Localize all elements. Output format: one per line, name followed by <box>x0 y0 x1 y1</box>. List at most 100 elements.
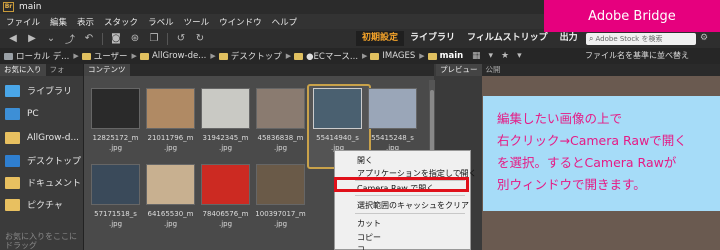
chevron-right-icon: ▶ <box>419 52 425 60</box>
chevron-right-icon: ▶ <box>285 52 292 60</box>
thumbnail-image <box>256 164 305 205</box>
libraries-icon <box>5 84 20 97</box>
context-menu-more[interactable]: コ... <box>357 244 373 250</box>
rotate-right-icon[interactable]: ↻ <box>194 33 206 44</box>
breadcrumb-item[interactable]: ユーザー ▶ <box>81 50 137 62</box>
workspace-tab-libraries[interactable]: ライブラリ <box>404 31 461 46</box>
callout-line: 別ウィンドウで開きます。 <box>497 177 646 192</box>
folder-icon <box>81 52 91 60</box>
thumbnail-image <box>146 164 195 205</box>
sort-dropdown[interactable]: ファイル名を基準に並べ替え <box>585 48 689 64</box>
stock-search-input[interactable] <box>595 35 692 43</box>
favorite-item-libraries[interactable]: ライブラリ <box>5 84 72 97</box>
favorites-drop-hint: お気に入りをここにドラッグ <box>5 232 77 250</box>
workspace-tabs: 初期設定 ライブラリ フィルムストリップ 出力 ▾ <box>356 31 590 46</box>
menu-window[interactable]: ウインドウ <box>219 16 262 28</box>
pictures-icon <box>5 198 20 211</box>
camera-icon[interactable]: ◙ <box>110 33 122 44</box>
desktop-icon <box>5 154 20 167</box>
settings-icon[interactable]: ⚙ <box>700 33 708 43</box>
workspace-tab-output[interactable]: 出力 <box>554 31 584 46</box>
thumbnail-filename: 57171518_s .jpg <box>94 210 137 228</box>
thumbnail-image <box>201 88 250 129</box>
quality-chevron-icon[interactable]: ▾ <box>489 51 494 61</box>
breadcrumb-item-current[interactable]: main <box>427 51 463 61</box>
folder-icon <box>218 52 228 60</box>
search-icon: ⌕ <box>589 34 594 43</box>
right-panel-tabs: プレビュー 公開 <box>436 64 720 76</box>
thumbnail[interactable]: 100397017_m .jpg <box>253 164 308 229</box>
thumbnail[interactable]: 12825172_m .jpg <box>88 88 143 153</box>
brand-badge: Adobe Bridge <box>544 0 720 32</box>
context-menu-cut[interactable]: カット <box>357 218 381 229</box>
rotate-left-icon[interactable]: ↺ <box>175 33 187 44</box>
boomerang-icon[interactable]: ↶ <box>83 33 95 44</box>
stock-search-box: ⌕ <box>586 33 696 45</box>
thumbnail[interactable]: 64165530_m .jpg <box>143 164 198 229</box>
favorite-item-desktop[interactable]: デスクトップ <box>5 154 81 167</box>
favorites-panel: お気に入り フォ ライブラリ PC AllGrow-d... デスクトップ ドキ… <box>0 64 84 250</box>
filter-chevron-icon[interactable]: ▾ <box>517 51 522 61</box>
submenu-chevron-icon: › <box>458 168 462 177</box>
thumbnail-image <box>91 88 140 129</box>
context-menu-purge-cache[interactable]: 選択範囲のキャッシュをクリア <box>357 200 469 211</box>
thumbnail[interactable]: 45836838_m .jpg <box>253 88 308 153</box>
context-menu-divider <box>355 213 465 214</box>
open-recent-icon[interactable]: ❐ <box>148 33 160 44</box>
history-chevron-icon[interactable]: ⌄ <box>45 33 57 44</box>
thumbnail-filename: 78406576_m .jpg <box>202 210 249 228</box>
breadcrumb-item[interactable]: IMAGES ▶ <box>370 51 425 61</box>
thumbnail-image <box>146 88 195 129</box>
thumbnail-filename: 45836838_m .jpg <box>257 134 304 152</box>
grid-view-icon[interactable]: ▦ <box>472 51 481 61</box>
thumbnail[interactable]: 55415248_s .jpg <box>365 88 420 153</box>
thumbnail[interactable]: 78406576_m .jpg <box>198 164 253 229</box>
forward-arrow-icon[interactable]: ▶ <box>26 33 38 44</box>
menu-label[interactable]: ラベル <box>148 16 174 28</box>
breadcrumb-item[interactable]: デスクトップ ▶ <box>218 50 292 62</box>
tab-content[interactable]: コンテンツ <box>84 64 130 76</box>
workspace-tab-filmstrip[interactable]: フィルムストリップ <box>461 31 554 46</box>
thumbnail-image <box>91 164 140 205</box>
star-filter-icon[interactable]: ★ <box>501 51 509 61</box>
folder-icon <box>294 52 304 60</box>
thumbnail[interactable]: 57171518_s .jpg <box>88 164 143 229</box>
breadcrumb-item[interactable]: ●ECマース... ▶ <box>294 50 367 62</box>
chevron-right-icon: ▶ <box>362 52 368 60</box>
menu-file[interactable]: ファイル <box>6 16 40 28</box>
menu-tools[interactable]: ツール <box>184 16 210 28</box>
chevron-right-icon: ▶ <box>131 52 137 60</box>
folder-icon <box>5 132 20 144</box>
toolbar-divider <box>167 32 168 45</box>
breadcrumb-item[interactable]: AllGrow-de... ▶ <box>139 51 216 61</box>
instruction-callout: 編集したい画像の上で 右クリック→Camera Rawで開く を選択。するとCa… <box>483 96 720 211</box>
thumbnail[interactable]: 31942345_m .jpg <box>198 88 253 153</box>
thumbnail[interactable]: 21011796_m .jpg <box>143 88 198 153</box>
favorite-item-pictures[interactable]: ピクチャ <box>5 198 63 211</box>
tab-publish[interactable]: 公開 <box>482 64 505 76</box>
thumbnail-filename: 64165530_m .jpg <box>147 210 194 228</box>
tab-favorites[interactable]: お気に入り <box>0 64 46 76</box>
thumbnail-selected[interactable]: 55414940_s .jpg <box>307 84 371 169</box>
tab-folders[interactable]: フォ <box>46 64 69 76</box>
menu-edit[interactable]: 編集 <box>50 16 67 28</box>
context-menu-open[interactable]: 開く <box>357 155 373 166</box>
menu-stack[interactable]: スタック <box>104 16 138 28</box>
camera-raw-highlight-box <box>334 177 469 192</box>
favorite-item-user[interactable]: AllGrow-d... <box>5 132 79 144</box>
parent-folder-icon[interactable]: ⤴ <box>64 31 76 46</box>
back-arrow-icon[interactable]: ◀ <box>7 33 19 44</box>
menu-help[interactable]: ヘルプ <box>272 16 298 28</box>
favorite-item-pc[interactable]: PC <box>5 108 39 120</box>
refine-icon[interactable]: ⊛ <box>129 33 141 44</box>
context-menu: 開く アプリケーションを指定して開く › Camera Raw で開く... 選… <box>334 150 477 250</box>
context-menu-copy[interactable]: コピー <box>357 232 381 243</box>
menu-view[interactable]: 表示 <box>77 16 94 28</box>
thumbnail-filename: 12825172_m .jpg <box>92 134 139 152</box>
breadcrumb-item[interactable]: ローカル デ... ▶ <box>4 50 79 62</box>
folder-icon <box>139 52 149 60</box>
workspace-tab-essentials[interactable]: 初期設定 <box>356 31 405 46</box>
favorite-item-documents[interactable]: ドキュメント <box>5 176 81 189</box>
content-panel-tabs: コンテンツ <box>84 64 434 76</box>
tab-preview[interactable]: プレビュー <box>436 64 482 76</box>
